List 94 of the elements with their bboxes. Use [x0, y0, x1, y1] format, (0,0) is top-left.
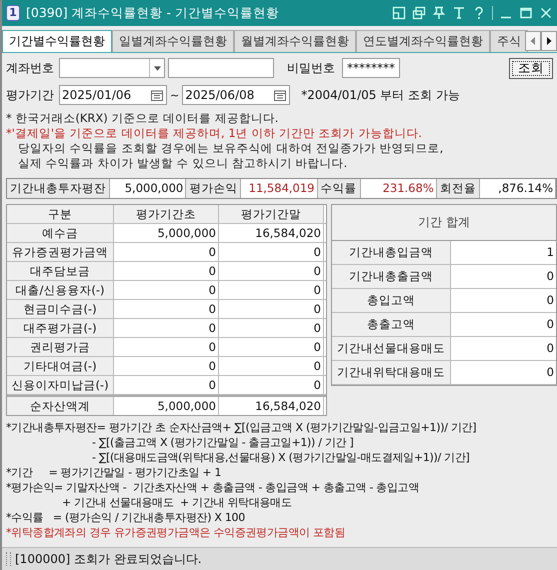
right-triangle-icon	[545, 36, 553, 46]
table-cell: 5,000,000	[114, 224, 219, 242]
table-cell: 0	[114, 281, 219, 299]
close-icon[interactable]	[539, 6, 553, 20]
table-cell-text: 0	[546, 340, 555, 357]
calendar-icon[interactable]	[274, 90, 286, 100]
summary-value: ,876.14%	[480, 179, 556, 198]
row-label: 현금미수금(-)	[7, 300, 114, 318]
formula-text: - ∑[(대용매도금액(위탁대용,선물대용) X (평가기간말일-매도결제일+1))/ 기간]	[91, 450, 471, 465]
tab[interactable]: 월별계좌수익률현황	[234, 30, 356, 52]
table-cell: 0	[114, 300, 219, 318]
period-totals-header: 기간 합계	[332, 205, 556, 241]
date-separator: ~	[170, 88, 180, 102]
left-triangle-icon	[529, 36, 537, 46]
query-button[interactable]: 조회	[509, 58, 553, 78]
total-cell: 5,000,000	[114, 397, 219, 415]
table-cell-text: 0	[546, 364, 555, 381]
table-cell-text: 0	[546, 316, 555, 333]
window-badge: 1	[6, 5, 20, 21]
summary-label: 평가손익	[186, 179, 242, 198]
formula-text: *기간 = 평가기간말일 - 평가기간초일 + 1	[6, 465, 222, 480]
account-name-field[interactable]	[168, 58, 274, 78]
formula-text: *위탁종합계좌의 경우 유가증권평가금액은 수익증권평가금액이 포함됨	[6, 525, 346, 540]
table-cell: 16,584,020	[219, 224, 324, 242]
total-cell: 16,584,020	[219, 397, 324, 415]
period-hint: *2004/01/05 부터 조회 가능	[301, 86, 460, 104]
start-date-field[interactable]: 2025/01/06	[59, 85, 167, 105]
table-cell: 0	[114, 262, 219, 280]
row-label: 기타대여금(-)	[7, 357, 114, 375]
row-label: 기간내총출금액	[332, 265, 451, 288]
account-label: 계좌번호	[6, 60, 55, 76]
row-label: 기간내선물대용매도	[332, 337, 451, 360]
summary-label: 기간내총투자평잔	[7, 179, 110, 198]
formula-text: *평가손익= 기말자산액 - 기간초자산액 + 총출금액 - 총입금액 + 총출고액 - 총입고액	[6, 480, 420, 495]
password-field[interactable]: ********	[342, 58, 400, 78]
status-message: [100000] 조회가 완료되었습니다.	[15, 550, 202, 568]
table-cell: 0	[219, 319, 324, 337]
table-cell: 0	[114, 376, 219, 394]
row-label: 권리평가금	[7, 338, 114, 356]
maximize-icon[interactable]	[519, 6, 533, 20]
row-label: 총출고액	[332, 313, 451, 336]
period-label: 평가기간	[6, 86, 55, 104]
table-cell: 0	[219, 243, 324, 261]
font-icon[interactable]	[452, 6, 466, 20]
table-cell: 0	[219, 357, 324, 375]
row-label: 대주담보금	[7, 262, 114, 280]
password-label: 비밀번호	[287, 60, 335, 76]
table-cell: 0	[219, 376, 324, 394]
calendar-icon[interactable]	[151, 90, 163, 100]
row-label: 대출/신용융자(-)	[7, 281, 114, 299]
row-label: 신용이자미납금(-)	[7, 376, 114, 394]
formula-text: - ∑[(출금고액 X (평가기간말일 - 출금고일+1)) / 기간 ]	[91, 435, 354, 450]
tab[interactable]: 일별계좌수익률현황	[112, 30, 234, 52]
caret-icon	[154, 66, 160, 70]
total-label: 순자산액계	[7, 397, 114, 415]
notice-text: *'결제일'을 기준으로 데이터를 제공하며, 1년 이하 기간만 조회가 가능합니다.	[6, 126, 423, 141]
notice-text: * 한국거래소(KRX) 기준으로 데이터를 제공합니다.	[6, 111, 280, 126]
window-title: [0390] 계좌수익률현황 - 기간별수익률현황	[26, 4, 279, 22]
row-label: 기간내위탁대용매도	[332, 361, 451, 384]
summary-label: 수익률	[318, 179, 360, 198]
row-label: 예수금	[7, 224, 114, 242]
table-cell: 0	[114, 243, 219, 261]
row-label: 대주평가금(-)	[7, 319, 114, 337]
table-cell-text: 0	[546, 268, 555, 285]
column-header: 평가기간말	[219, 205, 324, 223]
table-cell: 0	[114, 357, 219, 375]
table-cell: 0	[219, 300, 324, 318]
table-cell: 0	[219, 338, 324, 356]
formula-text: *기간내총투자평잔= 평가기간 초 순자산금액+ ∑[(입금고액 X (평가기간말일-입금고일+1))/ 기간]	[6, 420, 478, 435]
column-header: 구분	[7, 205, 114, 223]
table-cell-text: 1	[546, 244, 555, 261]
table-cell: 0	[114, 319, 219, 337]
formula-text: *수익률 = (평가손익 / 기간내총투자평잔) X 100	[6, 510, 246, 525]
formula-text: + 기간내 선물대용매도 + 기간내 위탁대용매도	[61, 495, 293, 510]
table-cell: 0	[114, 338, 219, 356]
notice-text: 당일자의 수익률을 조회할 경우에는 보유주식에 대하여 전일종가가 반영되므로,	[17, 141, 444, 156]
column-header: 평가기간초	[114, 205, 219, 223]
row-label: 총입고액	[332, 289, 451, 312]
scroll-right-button[interactable]	[541, 31, 557, 51]
table-cell: 0	[219, 262, 324, 280]
notice-text: 실제 수익률과 차이가 발생할 수 있으니 참고하시기 바랍니다.	[17, 156, 348, 171]
table-cell-text: 0	[546, 292, 555, 309]
row-label: 유가증권평가금액	[7, 243, 114, 261]
pin-icon[interactable]	[432, 6, 446, 20]
table-cell: 0	[219, 281, 324, 299]
account-dropdown[interactable]	[59, 58, 165, 78]
summary-label: 회전율	[436, 179, 480, 198]
window-layout-icon[interactable]	[392, 6, 406, 20]
tab[interactable]: 연도별계좌수익률현황	[356, 30, 490, 52]
copy-window-icon[interactable]	[412, 6, 426, 20]
tab[interactable]: 기간별수익률현황	[2, 30, 112, 52]
tab[interactable]: 주식	[490, 30, 528, 52]
row-label: 기간내총입금액	[332, 241, 451, 264]
end-date-field[interactable]: 2025/06/08	[182, 85, 290, 105]
